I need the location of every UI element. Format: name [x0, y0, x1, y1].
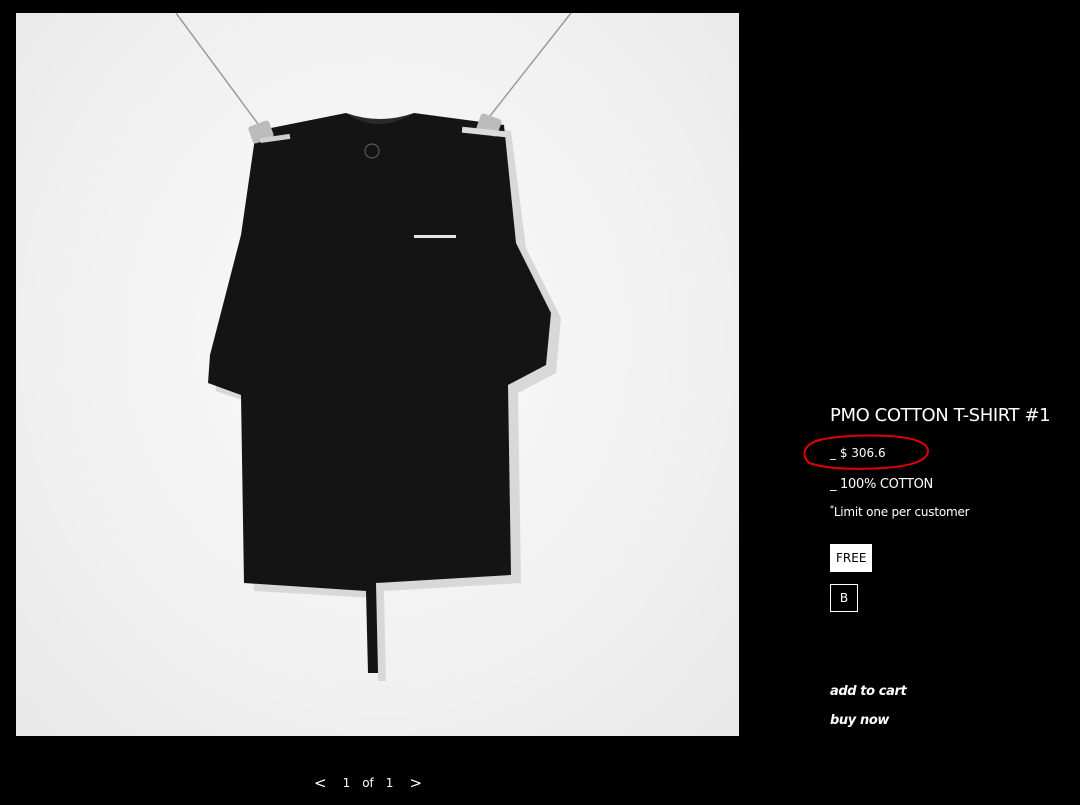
product-page: < 1 of 1 > PMO COTTON T-SHIRT #1 _ $ 306…: [0, 0, 1080, 805]
product-info: PMO COTTON T-SHIRT #1 _ $ 306.6 _ 100% C…: [803, 405, 1070, 612]
hanger-wire-right: [485, 13, 572, 122]
chevron-right-icon[interactable]: >: [405, 772, 426, 794]
size-option-b[interactable]: B: [830, 584, 858, 612]
product-price: $ 306.6: [839, 446, 886, 460]
pager-total: 1: [385, 776, 394, 790]
image-pager: < 1 of 1 >: [310, 772, 426, 794]
buy-now-link[interactable]: buy now: [830, 713, 906, 728]
add-to-cart-link[interactable]: add to cart: [830, 684, 907, 699]
tshirt-image: [175, 13, 572, 681]
limit-row: *Limit one per customer: [830, 504, 1070, 519]
price-row: _ $ 306.6: [803, 434, 1070, 470]
product-photo[interactable]: [16, 13, 739, 736]
purchase-actions: add to cart buy now: [830, 684, 907, 742]
pager-current: 1: [342, 776, 351, 790]
size-option-free[interactable]: FREE: [830, 544, 873, 572]
pager-of: of: [362, 776, 374, 790]
material-row: _ 100% COTTON: [830, 477, 1070, 492]
product-title: PMO COTTON T-SHIRT #1: [830, 405, 1051, 426]
chest-print: [414, 235, 456, 238]
product-material: 100% COTTON: [840, 477, 933, 492]
material-prefix: _: [830, 477, 837, 492]
limit-text: Limit one per customer: [833, 505, 970, 519]
hanger-wire-left: [175, 13, 262, 129]
chevron-left-icon[interactable]: <: [310, 772, 331, 794]
price-prefix: _: [830, 446, 836, 460]
